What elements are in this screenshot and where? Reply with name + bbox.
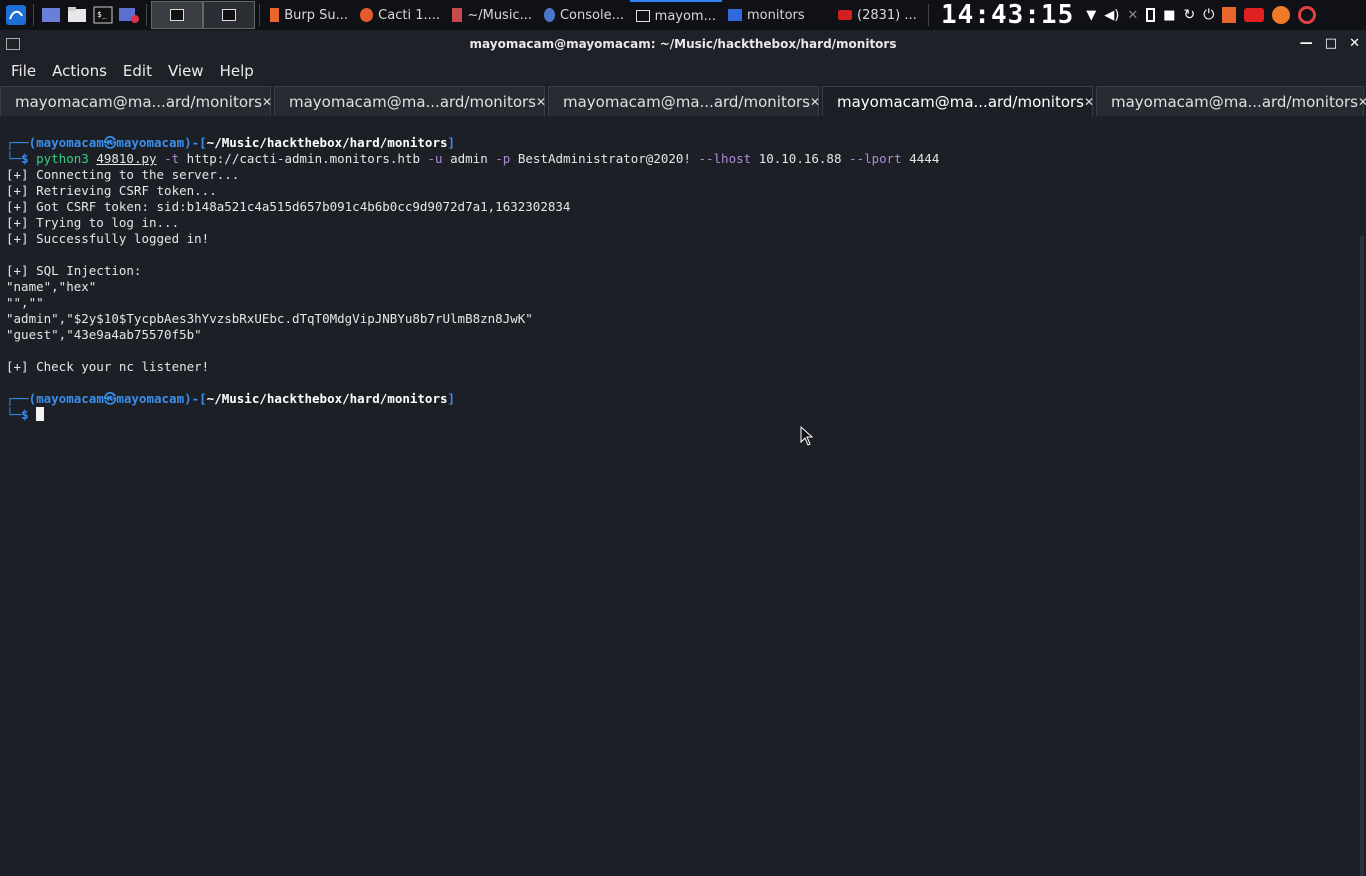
menu-help[interactable]: Help xyxy=(215,62,259,80)
svg-text:$_: $_ xyxy=(97,10,107,19)
mouse-pointer-icon xyxy=(800,426,814,446)
task-youtube[interactable]: (2831) ... xyxy=(832,0,924,30)
power-icon[interactable]: ⏻ xyxy=(1203,7,1214,23)
menu-view[interactable]: View xyxy=(163,62,209,80)
browser-icon xyxy=(544,8,555,22)
firefox-icon xyxy=(360,8,374,22)
volume-icon[interactable]: ◀) xyxy=(1104,8,1119,23)
terminal-icon xyxy=(636,10,650,22)
terminal-launcher-icon[interactable]: $_ xyxy=(90,2,116,28)
tab-label: mayomacam@ma...ard/monitors xyxy=(289,92,536,111)
output-line: "","" xyxy=(6,295,44,310)
tab-close-icon[interactable]: ✕ xyxy=(1358,95,1366,109)
workspace-1-button[interactable] xyxy=(151,1,203,29)
output-line: "guest","43e9a4ab75570f5b" xyxy=(6,327,202,342)
prompt-user: mayomacam xyxy=(36,135,104,150)
output-line: "admin","$2y$10$TycpbAes3hYvzsbRxUEbc.dT… xyxy=(6,311,533,326)
burp-icon xyxy=(270,8,280,22)
tab-label: mayomacam@ma...ard/monitors xyxy=(15,92,262,111)
task-editor[interactable]: ~/Music... xyxy=(446,0,538,30)
wifi-icon[interactable]: ▼ xyxy=(1086,8,1096,23)
menubar: File Actions Edit View Help xyxy=(0,58,1366,84)
tab-3[interactable]: mayomacam@ma...ard/monitors ✕ xyxy=(548,86,820,116)
terminal-output[interactable]: ┌──(mayomacam㉿mayomacam)-[~/Music/hackth… xyxy=(0,116,1356,768)
task-console[interactable]: Console... xyxy=(538,0,630,30)
tab-1[interactable]: mayomacam@ma...ard/monitors ✕ xyxy=(0,86,272,116)
tab-label: mayomacam@ma...ard/monitors xyxy=(1111,92,1358,111)
minimize-icon[interactable]: — xyxy=(1300,36,1313,51)
prompt-line: ┌──(mayomacam㉿mayomacam)-[~/Music/hackth… xyxy=(6,135,456,150)
show-desktop-icon[interactable] xyxy=(38,2,64,28)
taskbar-separator xyxy=(928,4,929,26)
clock[interactable]: 14:43:15 xyxy=(933,0,1082,30)
tab-5[interactable]: mayomacam@ma...ard/monitors ✕ xyxy=(1096,86,1366,116)
menu-edit[interactable]: Edit xyxy=(118,62,157,80)
blender-launcher-icon[interactable] xyxy=(1298,6,1317,24)
taskbar-separator xyxy=(33,4,34,26)
youtube-icon xyxy=(838,10,852,20)
menu-actions[interactable]: Actions xyxy=(47,62,112,80)
scrollbar-thumb[interactable] xyxy=(1360,236,1364,876)
taskbar-separator xyxy=(146,4,147,26)
task-firefox-cacti[interactable]: Cacti 1.... xyxy=(354,0,446,30)
output-line: [+] Connecting to the server... xyxy=(6,167,240,182)
notifications-muted-icon[interactable]: ✕ xyxy=(1127,8,1138,23)
output-line: "name","hex" xyxy=(6,279,97,294)
taskbar-separator xyxy=(259,4,260,26)
youtube-launcher-icon[interactable] xyxy=(1244,8,1265,22)
file-manager-icon[interactable] xyxy=(64,2,90,28)
close-window-icon[interactable]: ✕ xyxy=(1349,36,1360,51)
system-tray: ▼ ◀) ✕ ■ ↻ ⏻ xyxy=(1082,6,1320,24)
refresh-icon[interactable]: ↻ xyxy=(1184,7,1196,23)
firefox-launcher-icon[interactable] xyxy=(1272,6,1291,24)
tab-close-icon[interactable]: ✕ xyxy=(536,95,546,109)
tab-close-icon[interactable]: ✕ xyxy=(1084,95,1094,109)
command-line: └─$ python3 49810.py -t http://cacti-adm… xyxy=(6,151,940,166)
tab-close-icon[interactable]: ✕ xyxy=(262,95,272,109)
battery-icon[interactable] xyxy=(1146,8,1156,22)
text-cursor xyxy=(36,407,45,421)
lock-icon[interactable]: ■ xyxy=(1163,8,1175,23)
window-title: mayomacam@mayomacam: ~/Music/hackthebox/… xyxy=(469,37,897,51)
task-terminal[interactable]: mayom... xyxy=(630,0,722,30)
window-titlebar[interactable]: mayomacam@mayomacam: ~/Music/hackthebox/… xyxy=(0,30,1366,58)
editor-icon xyxy=(452,8,463,22)
tab-label: mayomacam@ma...ard/monitors xyxy=(837,92,1084,111)
output-line: [+] Check your nc listener! xyxy=(6,359,210,374)
workspace-2-button[interactable] xyxy=(203,1,255,29)
prompt-path: ~/Music/hackthebox/hard/monitors xyxy=(206,135,448,150)
terminal-scrollbar[interactable] xyxy=(1356,116,1366,876)
input-line[interactable]: └─$ xyxy=(6,407,1356,423)
tab-label: mayomacam@ma...ard/monitors xyxy=(563,92,810,111)
output-line: [+] Trying to log in... xyxy=(6,215,180,230)
output-line: [+] Retrieving CSRF token... xyxy=(6,183,217,198)
tab-2[interactable]: mayomacam@ma...ard/monitors ✕ xyxy=(274,86,546,116)
output-line: [+] SQL Injection: xyxy=(6,263,142,278)
prompt-host: mayomacam xyxy=(116,391,185,406)
tab-close-icon[interactable]: ✕ xyxy=(810,95,820,109)
task-monitors-folder[interactable]: monitors xyxy=(722,0,832,30)
prompt-host: mayomacam xyxy=(116,135,185,150)
taskbar: $_ Burp Su... Cacti 1.... ~/Music... Con… xyxy=(0,0,1366,30)
screen-recorder-icon[interactable] xyxy=(116,2,142,28)
kali-menu-icon[interactable] xyxy=(3,2,29,28)
prompt-line: ┌──(mayomacam㉿mayomacam)-[~/Music/hackth… xyxy=(6,391,456,406)
burp-launcher-icon[interactable] xyxy=(1222,7,1237,23)
maximize-icon[interactable]: □ xyxy=(1325,36,1337,51)
terminal-window-icon xyxy=(6,38,20,50)
tab-4-active[interactable]: mayomacam@ma...ard/monitors ✕ xyxy=(822,86,1094,116)
task-burp[interactable]: Burp Su... xyxy=(264,0,354,30)
tab-bar: mayomacam@ma...ard/monitors ✕ mayomacam@… xyxy=(0,86,1366,116)
prompt-user: mayomacam xyxy=(36,391,104,406)
folder-icon xyxy=(728,9,742,21)
output-line: [+] Got CSRF token: sid:b148a521c4a515d6… xyxy=(6,199,571,214)
output-line: [+] Successfully logged in! xyxy=(6,231,210,246)
menu-file[interactable]: File xyxy=(6,62,41,80)
prompt-path: ~/Music/hackthebox/hard/monitors xyxy=(206,391,448,406)
